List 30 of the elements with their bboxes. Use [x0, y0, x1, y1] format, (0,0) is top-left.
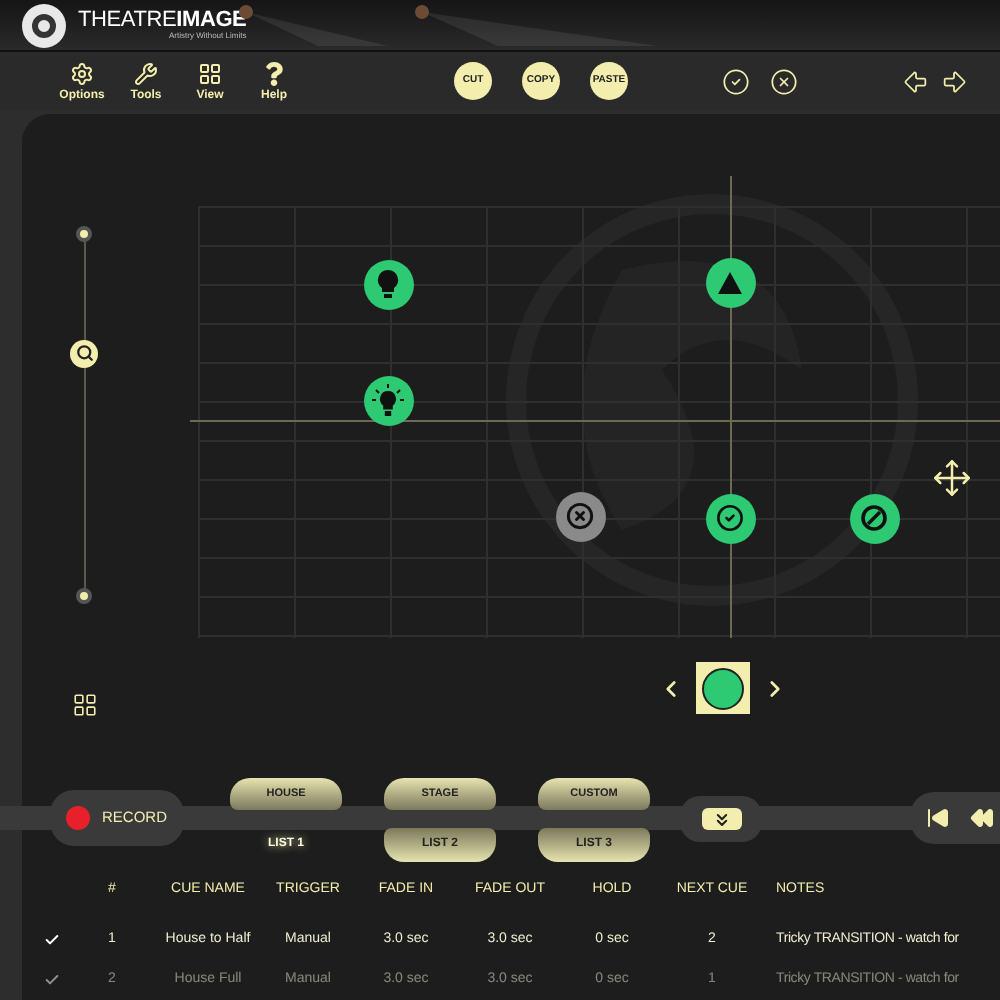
- node-button[interactable]: [849, 493, 899, 543]
- cross-circle-icon: [566, 502, 594, 530]
- zoom-icon: [75, 344, 93, 363]
- slashed-circle-icon: [860, 504, 888, 532]
- cancel-icon[interactable]: [770, 67, 798, 96]
- node-button[interactable]: [363, 259, 413, 309]
- logo-icon: [22, 3, 66, 48]
- confirm-icon[interactable]: [722, 67, 750, 96]
- settings-icon: [70, 61, 94, 86]
- double-chevron-icon: [701, 808, 741, 830]
- triangle-icon: [718, 271, 742, 293]
- move-icon[interactable]: [932, 458, 972, 498]
- help-icon: [262, 61, 286, 86]
- check-circle-icon: [716, 504, 744, 532]
- node-button[interactable]: [555, 491, 605, 541]
- node-button[interactable]: [363, 375, 413, 425]
- skip-back-icon[interactable]: [926, 806, 950, 830]
- node-button[interactable]: [705, 493, 755, 543]
- wrench-icon: [134, 61, 158, 86]
- lit-lightbulb-icon: [372, 384, 404, 416]
- grid-icon: [198, 61, 222, 86]
- lightbulb-icon: [376, 270, 400, 298]
- zoom-thumb[interactable]: [70, 339, 98, 368]
- layout-grid-icon[interactable]: [71, 692, 97, 718]
- forward-arrow-icon[interactable]: [940, 67, 968, 96]
- color-swatch[interactable]: [696, 662, 750, 714]
- app-title: THEATREIMAGE: [78, 10, 247, 33]
- rewind-icon[interactable]: [970, 806, 994, 830]
- back-arrow-icon[interactable]: [902, 67, 930, 96]
- zoom-slider[interactable]: [72, 222, 96, 608]
